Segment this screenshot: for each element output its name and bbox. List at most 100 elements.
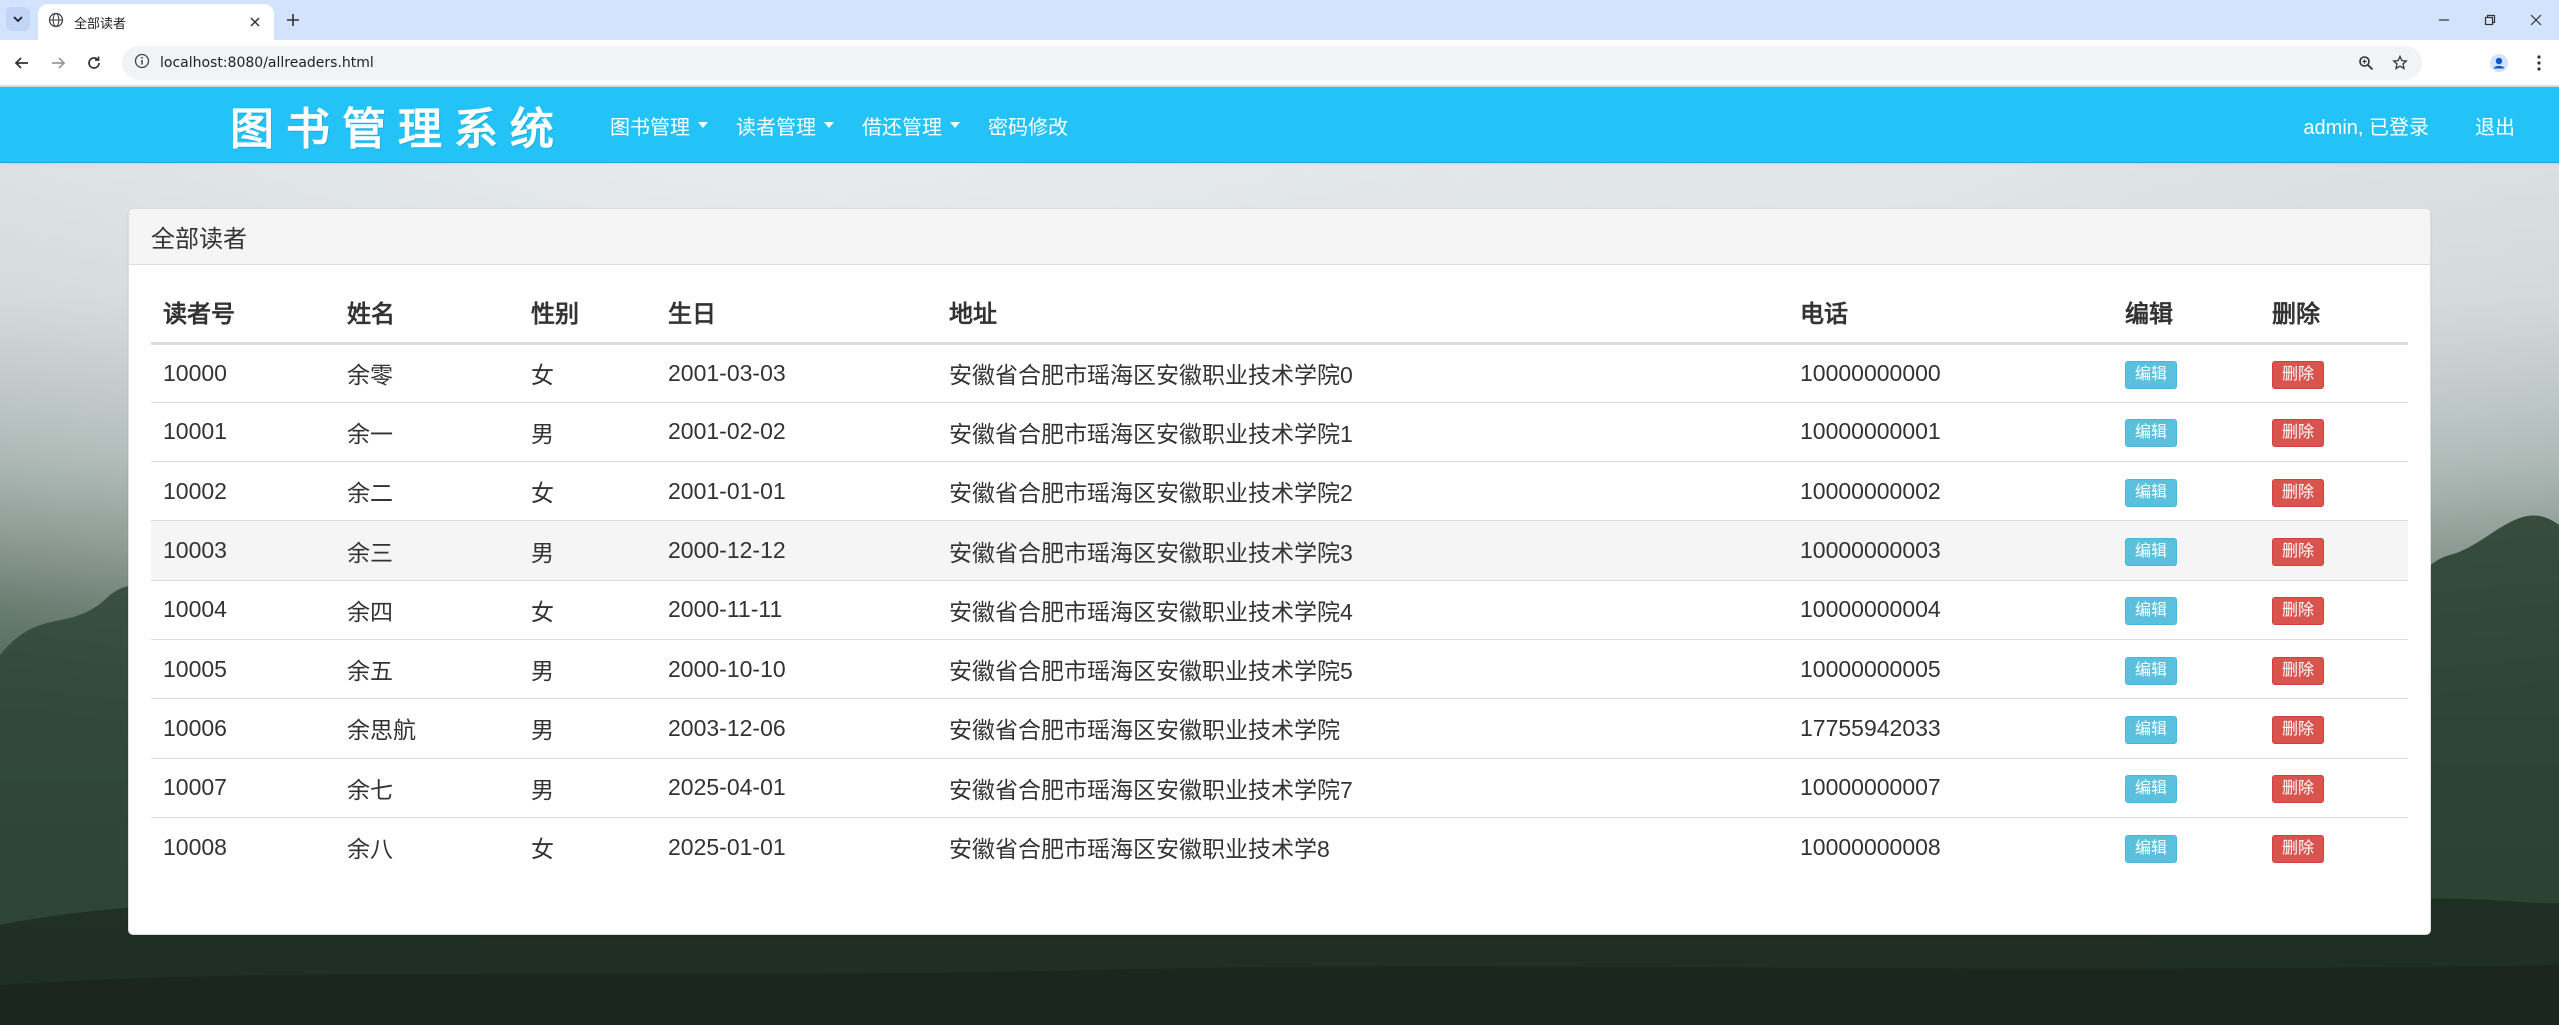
- cell-sex: 女: [531, 836, 554, 863]
- cell-name: 余二: [335, 461, 519, 522]
- cell-delete: 删除: [2260, 817, 2408, 876]
- restore-icon[interactable]: [2467, 0, 2513, 40]
- forward-arrow-icon[interactable]: [46, 51, 70, 75]
- logout-link[interactable]: 退出: [2475, 87, 2515, 163]
- cell-reader-id: 10007: [151, 758, 335, 818]
- column-header-edit: 编辑: [2113, 282, 2260, 345]
- delete-button[interactable]: 删除: [2272, 419, 2325, 448]
- cell-address: 安徽省合肥市瑶海区安徽职业技术学院7: [937, 758, 1788, 818]
- edit-button[interactable]: 编辑: [2125, 360, 2178, 389]
- nav-item-book-management[interactable]: 图书管理: [596, 87, 722, 163]
- column-header-name: 姓名: [335, 282, 519, 345]
- edit-button[interactable]: 编辑: [2125, 597, 2178, 626]
- caret-down-icon: [698, 122, 708, 128]
- cell-reader-id: 10005: [151, 639, 335, 700]
- cell-address: 安徽省合肥市瑶海区安徽职业技术学院5: [937, 639, 1788, 700]
- readers-table-container: 读者号 姓名 性别 生日 地址 电话 编辑 删除 10000 余零女 2001-03…: [151, 282, 2408, 877]
- table-body: 10000 余零女 2001-03-03 安徽省合肥市瑶海区安徽职业技术学院0 1000…: [151, 343, 2408, 877]
- cell-sex: 男: [519, 698, 656, 759]
- cell-delete: 删除: [2260, 402, 2408, 463]
- cell-birthday: 2000-12-12: [656, 520, 937, 581]
- address-bar[interactable]: localhost:8080/allreaders.html: [122, 46, 2422, 80]
- nav-item-borrow-return[interactable]: 借还管理: [848, 87, 974, 163]
- cell-edit: 编辑: [2113, 639, 2260, 700]
- cell-name: 余思航: [335, 698, 519, 759]
- edit-button[interactable]: 编辑: [2125, 715, 2178, 744]
- cell-sex: 女: [519, 343, 656, 403]
- cell-delete: 删除: [2260, 461, 2408, 522]
- site-info-icon[interactable]: [134, 53, 150, 73]
- table-row: 10007 余七男 2025-04-01 安徽省合肥市瑶海区安徽职业技术学院7 1000…: [151, 758, 2408, 818]
- delete-button[interactable]: 删除: [2272, 478, 2325, 507]
- readers-table: 读者号 姓名 性别 生日 地址 电话 编辑 删除 10000 余零女 2001-03…: [151, 282, 2408, 877]
- delete-button[interactable]: 删除: [2272, 360, 2325, 389]
- cell-edit: 编辑: [2113, 343, 2260, 403]
- table-row: 10003 余三男 2000-12-12 安徽省合肥市瑶海区安徽职业技术学院3 1000…: [151, 520, 2408, 581]
- nav-menu: 图书管理 读者管理 借还管理 密码修改: [596, 87, 1082, 163]
- tab-search-chevron-icon[interactable]: [6, 7, 30, 31]
- browser-menu-icon[interactable]: [2527, 51, 2551, 75]
- nav-item-label: 读者管理: [736, 116, 816, 139]
- cell-sex: 女: [519, 461, 656, 522]
- cell-address: 安徽省合肥市瑶海区安徽职业技术学院1: [937, 402, 1788, 463]
- delete-button[interactable]: 删除: [2272, 775, 2325, 804]
- cell-name: 余一: [335, 402, 519, 463]
- nav-item-reader-management[interactable]: 读者管理: [722, 87, 848, 163]
- tab-close-icon[interactable]: [246, 13, 264, 31]
- cell-reader-id: 10000: [151, 343, 335, 403]
- nav-item-label: 图书管理: [610, 116, 690, 139]
- cell-phone: 10000000003: [1788, 520, 2113, 581]
- edit-button[interactable]: 编辑: [2125, 538, 2178, 567]
- caret-down-icon: [824, 122, 834, 128]
- zoom-icon[interactable]: [2354, 51, 2378, 75]
- delete-button[interactable]: 删除: [2272, 656, 2325, 685]
- cell-birthday: 2003-12-06: [656, 698, 937, 759]
- edit-button[interactable]: 编辑: [2125, 656, 2178, 685]
- cell-birthday: 2000-11-11: [656, 580, 937, 640]
- delete-button[interactable]: 删除: [2272, 834, 2325, 863]
- nav-item-change-password[interactable]: 密码修改: [974, 87, 1082, 163]
- address-url: localhost:8080/allreaders.html: [160, 55, 374, 71]
- cell-name: 余三: [335, 520, 519, 581]
- cell-birthday: 2025-04-01: [656, 758, 937, 818]
- cell-delete: 删除: [2260, 698, 2408, 759]
- brand-logo[interactable]: 图书管理系统: [230, 93, 566, 157]
- readers-panel: 全部读者 读者号 姓名 性别 生日 地址 电话 编辑 删除 10000 余零 女…: [128, 208, 2431, 935]
- cell-address: 安徽省合肥市瑶海区安徽职业技术学院0: [937, 343, 1788, 403]
- cell-phone: 10000000004: [1788, 580, 2113, 640]
- edit-button[interactable]: 编辑: [2125, 419, 2178, 448]
- delete-button[interactable]: 删除: [2272, 597, 2325, 626]
- user-status[interactable]: admin, 已登录: [2303, 87, 2429, 163]
- cell-sex: 男: [519, 402, 656, 463]
- edit-button[interactable]: 编辑: [2125, 834, 2178, 863]
- cell-edit: 编辑: [2113, 698, 2260, 759]
- cell-sex: 男: [519, 758, 656, 818]
- profile-avatar-icon[interactable]: [2487, 51, 2511, 75]
- edit-button[interactable]: 编辑: [2125, 478, 2178, 507]
- reload-icon[interactable]: [82, 51, 106, 75]
- delete-button[interactable]: 删除: [2272, 538, 2325, 567]
- table-row: 10001 余一男 2001-02-02 安徽省合肥市瑶海区安徽职业技术学院1 1000…: [151, 402, 2408, 463]
- back-arrow-icon[interactable]: [10, 51, 34, 75]
- browser-toolbar: localhost:8080/allreaders.html: [0, 40, 2559, 86]
- cell-sex: 男: [519, 520, 656, 581]
- close-window-icon[interactable]: [2513, 0, 2559, 40]
- table-row: 10004 余四女 2000-11-11 安徽省合肥市瑶海区安徽职业技术学院4 1000…: [151, 580, 2408, 640]
- table-row: 10002 余二女 2001-01-01 安徽省合肥市瑶海区安徽职业技术学院2 1000…: [151, 461, 2408, 522]
- cell-birthday: 2000-10-10: [656, 639, 937, 700]
- browser-tab-active[interactable]: 全部读者: [38, 4, 274, 40]
- top-navbar: 图书管理系统 图书管理 读者管理 借还管理 密码修改 admin, 已登录 退出: [0, 87, 2559, 163]
- cell-reader-id: 10004: [151, 580, 335, 640]
- minimize-icon[interactable]: [2421, 0, 2467, 40]
- tab-title: 全部读者: [74, 16, 127, 32]
- cell-phone: 10000000001: [1788, 402, 2113, 463]
- delete-button[interactable]: 删除: [2272, 715, 2325, 744]
- cell-birthday: 2001-02-02: [656, 402, 937, 463]
- cell-name: 余零: [335, 343, 519, 403]
- cell-birthday: 2001-03-03: [656, 343, 937, 403]
- new-tab-plus-icon[interactable]: [282, 9, 304, 31]
- edit-button[interactable]: 编辑: [2125, 775, 2178, 804]
- window-controls: [2421, 0, 2559, 40]
- cell-edit: 编辑: [2113, 580, 2260, 640]
- bookmark-star-icon[interactable]: [2388, 51, 2412, 75]
